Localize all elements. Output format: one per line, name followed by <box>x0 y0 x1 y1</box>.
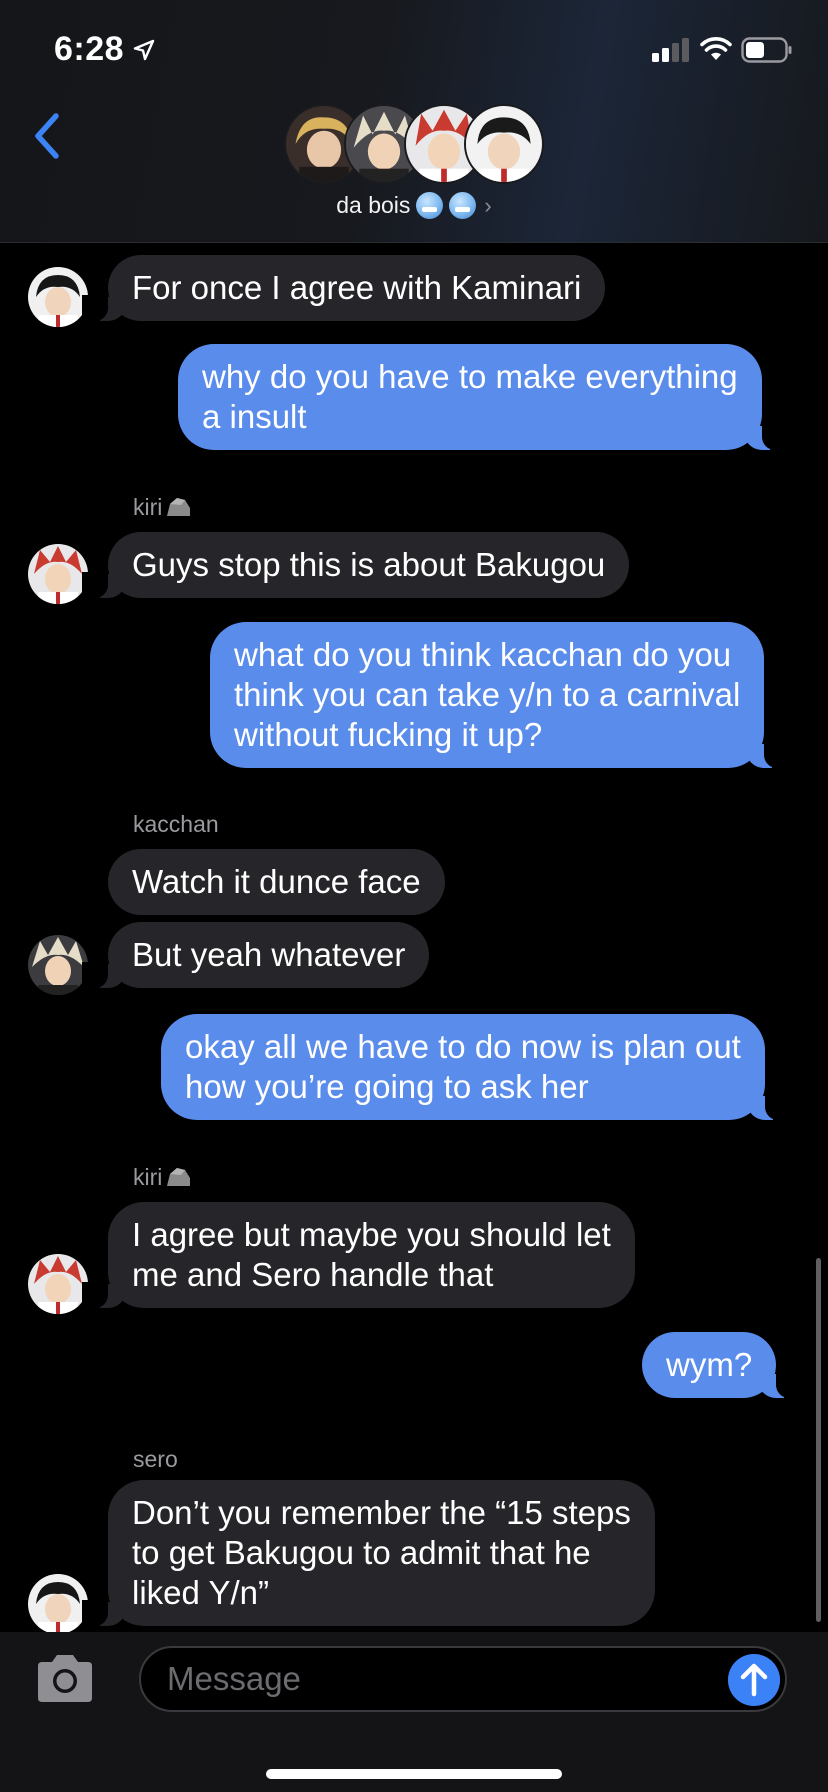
message-bubble[interactable]: I agree but maybe you should let me and S… <box>82 1202 635 1308</box>
message-bubble[interactable]: For once I agree with Kaminari <box>81 255 606 321</box>
cold-face-emoji-icon <box>416 192 444 219</box>
message-text: okay all we have to do now is plan out ho… <box>185 1028 741 1105</box>
chevron-right-icon: › <box>484 193 492 218</box>
sender-avatar-sero <box>28 267 88 327</box>
sender-avatar-sero <box>28 1574 88 1634</box>
sender-label: sero <box>133 1446 178 1472</box>
message-text: Guys stop this is about Bakugou <box>132 546 606 583</box>
sender-label: kiri <box>133 494 192 521</box>
message-text: Watch it dunce face <box>132 863 421 900</box>
compose-bar <box>0 1632 828 1792</box>
message-text: I agree but maybe you should let me and S… <box>132 1216 611 1293</box>
camera-icon[interactable] <box>34 1652 96 1706</box>
sender-label: kacchan <box>133 811 219 837</box>
sender-avatar-kirishima <box>28 544 88 604</box>
send-arrow-icon[interactable] <box>728 1654 780 1706</box>
message-list[interactable]: For once I agree with Kaminari why do yo… <box>0 244 828 1634</box>
message-input[interactable] <box>139 1646 787 1712</box>
message-text: why do you have to make everything a insu… <box>202 358 738 435</box>
sender-avatar-bakugou <box>28 935 88 995</box>
home-indicator <box>266 1769 562 1779</box>
status-time: 6:28 <box>54 30 125 68</box>
message-text: But yeah whatever <box>132 936 406 973</box>
group-name-label: da bois <box>336 192 411 218</box>
sender-label: kiri <box>133 1164 192 1191</box>
group-name[interactable]: da bois › <box>0 192 828 219</box>
wifi-icon <box>700 37 732 60</box>
rock-emoji-icon <box>167 1168 191 1186</box>
sero-avatar <box>464 104 544 184</box>
message-bubble[interactable]: why do you have to make everything a insu… <box>178 344 788 450</box>
back-chevron-icon[interactable] <box>28 110 68 162</box>
message-bubble[interactable]: Don’t you remember the “15 steps to get B… <box>82 1480 655 1626</box>
message-bubble[interactable]: what do you think kacchan do you think yo… <box>210 622 791 768</box>
message-bubble[interactable]: Watch it dunce face <box>108 849 445 915</box>
group-avatars[interactable] <box>284 104 544 184</box>
message-bubble[interactable]: Guys stop this is about Bakugou <box>81 532 630 598</box>
sender-avatar-kirishima <box>28 1254 88 1314</box>
cold-face-emoji-icon <box>449 192 477 219</box>
conversation-header: 6:28 da bois › <box>0 0 828 243</box>
scrollbar[interactable] <box>816 1258 821 1622</box>
battery-icon <box>741 37 792 63</box>
cellular-signal-icon <box>652 38 689 62</box>
message-text: what do you think kacchan do you think yo… <box>234 636 741 753</box>
message-bubble[interactable]: wym? <box>642 1332 803 1398</box>
message-bubble[interactable]: But yeah whatever <box>81 922 430 988</box>
message-text: wym? <box>666 1346 753 1383</box>
message-text: Don’t you remember the “15 steps to get B… <box>132 1494 631 1611</box>
location-arrow-icon <box>133 39 155 61</box>
message-bubble[interactable]: okay all we have to do now is plan out ho… <box>161 1014 791 1120</box>
message-text: For once I agree with Kaminari <box>132 269 582 306</box>
rock-emoji-icon <box>167 498 191 516</box>
